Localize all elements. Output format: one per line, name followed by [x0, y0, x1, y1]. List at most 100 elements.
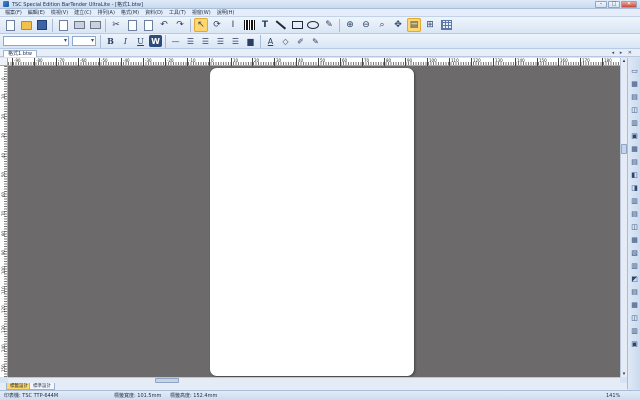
page-setup-button[interactable]: ▤ [407, 18, 421, 32]
barcode-tool-button[interactable] [242, 18, 256, 32]
print-button[interactable] [72, 18, 86, 32]
print-setup-button[interactable] [88, 18, 102, 32]
rectangle-tool-button[interactable] [290, 18, 304, 32]
print-setup-icon [89, 21, 101, 29]
ruler-label: 50 [320, 58, 326, 63]
grid-button[interactable] [439, 18, 453, 32]
document-tab[interactable]: 格式1.btw [3, 50, 37, 57]
align-left-button[interactable]: ☰ [184, 35, 197, 47]
menu-edit[interactable]: 編輯(E) [25, 9, 48, 17]
paste-button[interactable] [141, 18, 155, 32]
cut-button[interactable]: ✂ [109, 18, 123, 32]
menu-arrange[interactable]: 排列(A) [95, 9, 118, 17]
object-tool-icon[interactable]: ▤ [630, 157, 639, 166]
ruler-label: 180 [604, 58, 612, 63]
object-tool-icon[interactable]: ◫ [630, 105, 639, 114]
maximize-button[interactable]: □ [608, 1, 620, 8]
menu-format[interactable]: 格式(M) [118, 9, 142, 17]
align-right-button[interactable]: ☰ [214, 35, 227, 47]
redo-icon: ↷ [176, 20, 184, 30]
object-tool-icon[interactable]: ▦ [630, 300, 639, 309]
object-tool-icon[interactable]: ◧ [630, 170, 639, 179]
document-tab-controls[interactable]: ◂ ▸ ✕ [612, 50, 634, 56]
ellipse-icon [307, 21, 319, 29]
object-tool-icon[interactable]: ▧ [630, 248, 639, 257]
ellipse-tool-button[interactable] [306, 18, 320, 32]
object-tool-icon[interactable]: ◫ [630, 222, 639, 231]
menu-create[interactable]: 建立(C) [71, 9, 94, 17]
object-tool-icon[interactable]: ▥ [630, 196, 639, 205]
object-tool-icon[interactable]: ▤ [630, 209, 639, 218]
tab-standard-design[interactable]: 標準設計 [29, 383, 55, 390]
zoom-in-button[interactable]: ⊕ [343, 18, 357, 32]
toolbar-separator [165, 34, 166, 48]
new-button[interactable] [3, 18, 17, 32]
object-tool-icon[interactable]: ▦ [630, 235, 639, 244]
line-style-button[interactable]: — [169, 35, 182, 47]
object-tool-icon[interactable]: ◨ [630, 183, 639, 192]
object-tool-icon[interactable]: ▦ [630, 144, 639, 153]
text-tool-button[interactable]: T [258, 18, 272, 32]
object-tool-icon[interactable]: ▥ [630, 261, 639, 270]
text-cursor-button[interactable]: I [226, 18, 240, 32]
line-tool-button[interactable] [274, 18, 288, 32]
vertical-scrollbar[interactable]: ▴ ▾ [620, 58, 627, 377]
object-tool-icon[interactable]: ▣ [630, 339, 639, 348]
ruler-label: 30 [276, 58, 282, 63]
fit-window-button[interactable]: ✥ [391, 18, 405, 32]
grid-icon [440, 20, 452, 30]
align-center-button[interactable]: ☰ [199, 35, 212, 47]
object-tool-icon[interactable]: ◩ [630, 274, 639, 283]
print-preview-button[interactable] [56, 18, 70, 32]
font-name-select[interactable] [3, 36, 69, 46]
wrap-button[interactable]: W [149, 35, 162, 47]
undo-button[interactable]: ↶ [157, 18, 171, 32]
ruler-label: 140 [1, 344, 6, 352]
object-tool-icon[interactable]: ▤ [630, 287, 639, 296]
zoom-previous-button[interactable]: ⌕ [375, 18, 389, 32]
label-page[interactable] [210, 68, 414, 376]
minimize-button[interactable]: – [595, 1, 607, 8]
menu-tools[interactable]: 工具(T) [166, 9, 189, 17]
object-tool-icon[interactable]: ◫ [630, 313, 639, 322]
copy-button[interactable] [125, 18, 139, 32]
object-tool-icon[interactable]: ▤ [630, 92, 639, 101]
database-setup-button[interactable]: ⊞ [423, 18, 437, 32]
object-tool-icon[interactable]: ▥ [630, 326, 639, 335]
background-color-button[interactable]: ✎ [309, 35, 322, 47]
bold-button[interactable]: B [104, 35, 117, 47]
line-color-button[interactable]: ✐ [294, 35, 307, 47]
document-tab-strip: 格式1.btw ◂ ▸ ✕ [0, 49, 640, 57]
fill-color-button[interactable]: ◇ [279, 35, 292, 47]
picture-tool-button[interactable]: ✎ [322, 18, 336, 32]
object-tool-icon[interactable]: ▥ [630, 118, 639, 127]
ruler-tick [493, 58, 494, 66]
menu-data[interactable]: 資料(D) [142, 9, 166, 17]
ruler-label: 70 [364, 58, 370, 63]
object-tool-icon[interactable]: ▦ [630, 79, 639, 88]
rotate-tool-button[interactable]: ⟳ [210, 18, 224, 32]
select-tool-button[interactable]: ↖ [194, 18, 208, 32]
ruler-tick [209, 58, 210, 66]
undo-icon: ↶ [160, 20, 168, 30]
open-button[interactable] [19, 18, 33, 32]
design-canvas[interactable] [8, 66, 620, 377]
status-zoom: 141% [606, 393, 621, 399]
menu-help[interactable]: 說明(H) [214, 9, 238, 17]
menu-view[interactable]: 檢視(V) [48, 9, 71, 17]
close-button[interactable]: ✕ [621, 1, 637, 8]
save-button[interactable] [35, 18, 49, 32]
ruler-corner [0, 58, 8, 66]
italic-button[interactable]: I [119, 35, 132, 47]
object-tool-icon[interactable]: ▣ [630, 131, 639, 140]
zoom-out-button[interactable]: ⊖ [359, 18, 373, 32]
underline-button[interactable]: U [134, 35, 147, 47]
fill-button[interactable]: ▆ [244, 35, 257, 47]
font-size-select[interactable] [72, 36, 96, 46]
menu-window[interactable]: 視窗(W) [189, 9, 214, 17]
redo-button[interactable]: ↷ [173, 18, 187, 32]
menu-file[interactable]: 檔案(F) [2, 9, 25, 17]
text-color-button[interactable]: A [264, 35, 277, 47]
justify-button[interactable]: ☰ [229, 35, 242, 47]
object-tool-icon[interactable]: ▭ [630, 66, 639, 75]
